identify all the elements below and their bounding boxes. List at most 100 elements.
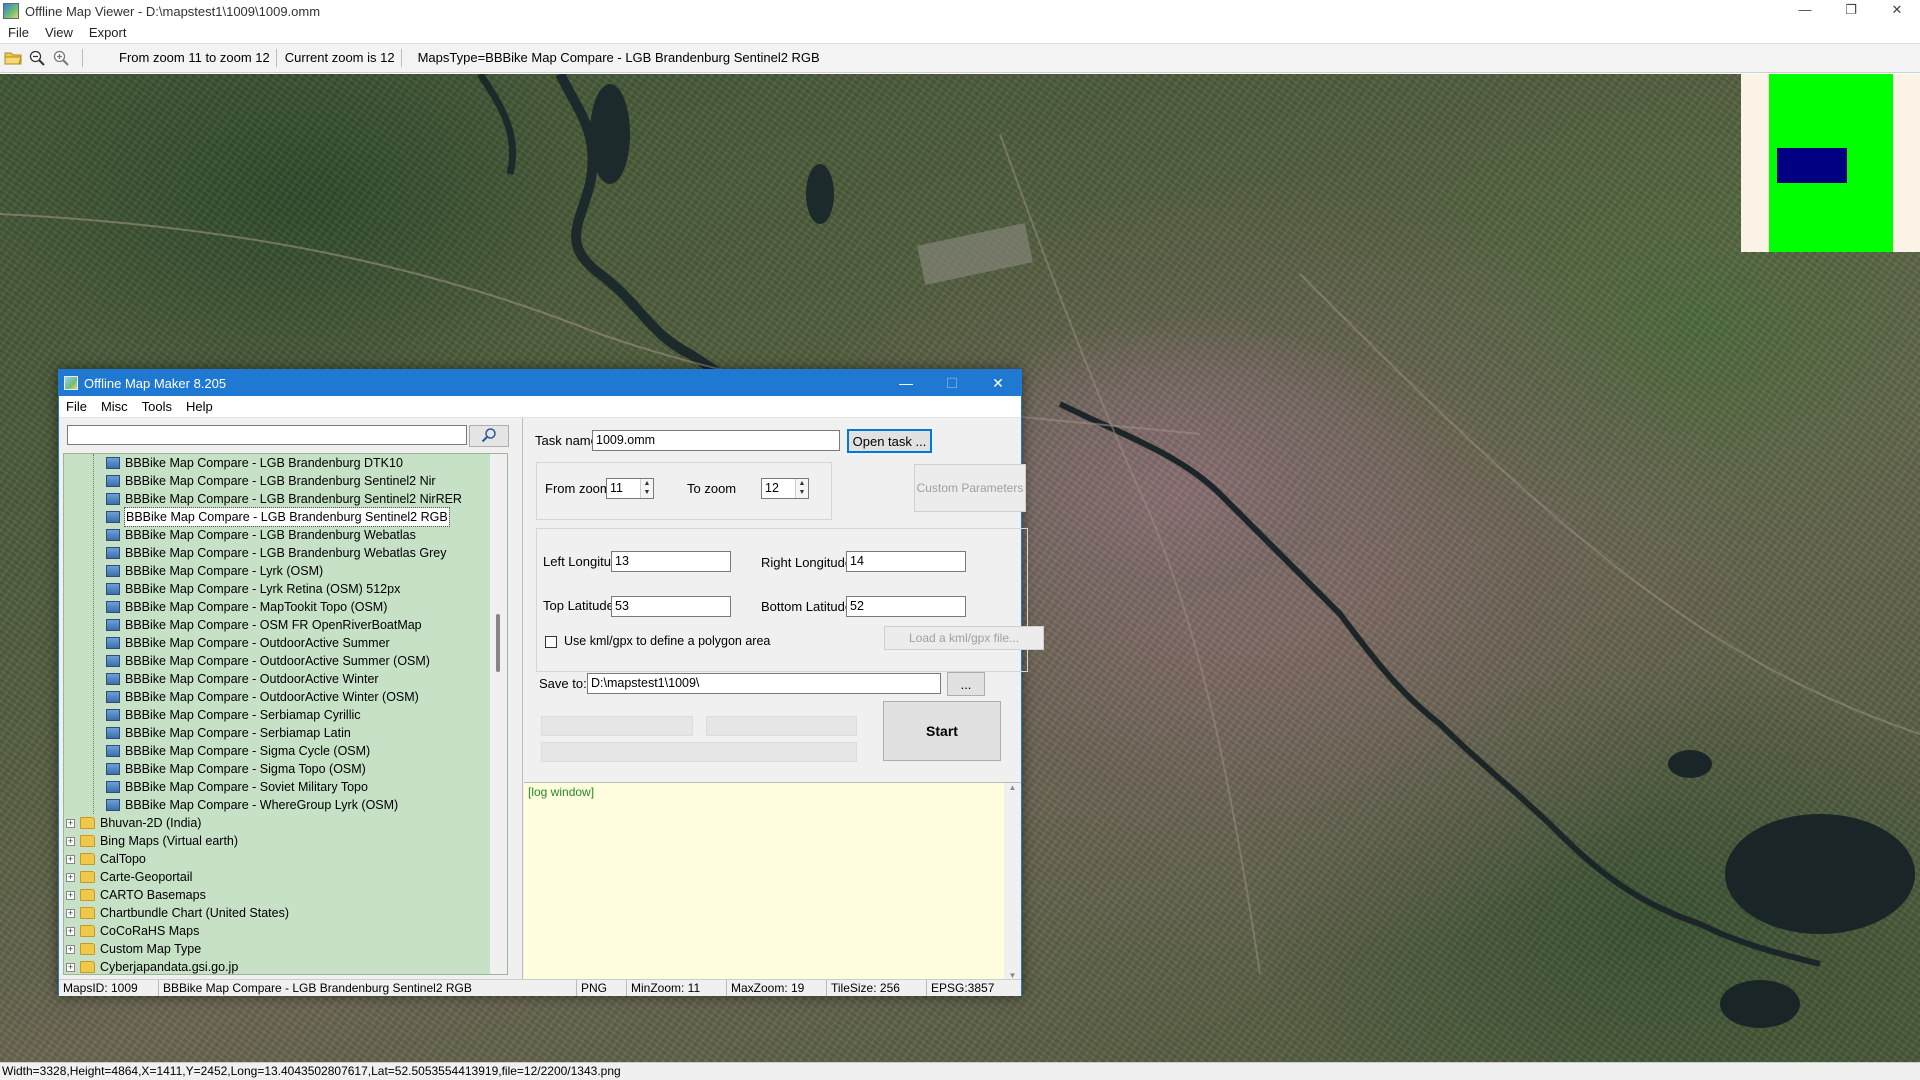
- tree-map-item-label: BBBike Map Compare - Sigma Cycle (OSM): [125, 744, 371, 758]
- search-icon: [481, 427, 497, 446]
- map-layer-icon: [106, 601, 120, 613]
- expand-icon[interactable]: +: [66, 836, 75, 846]
- tree-map-item[interactable]: BBBike Map Compare - Lyrk Retina (OSM) 5…: [64, 580, 507, 598]
- tree-folder-item[interactable]: + CalTopo: [64, 850, 507, 868]
- search-button[interactable]: [469, 425, 509, 447]
- tree-scrollbar[interactable]: [490, 454, 507, 974]
- bottom-latitude-field[interactable]: 52: [846, 596, 966, 617]
- tree-folder-item[interactable]: + Custom Map Type: [64, 940, 507, 958]
- start-button[interactable]: Start: [883, 701, 1001, 761]
- tree-folder-item[interactable]: + Carte-Geoportail: [64, 868, 507, 886]
- tree-map-item[interactable]: BBBike Map Compare - MapTookit Topo (OSM…: [64, 598, 507, 616]
- task-pane: Task name 1009.omm Open task ... From zo…: [524, 418, 1044, 980]
- maximize-button[interactable]: ❐: [1828, 0, 1874, 22]
- tree-map-item[interactable]: BBBike Map Compare - Sigma Topo (OSM): [64, 760, 507, 778]
- top-latitude-field[interactable]: 53: [611, 596, 731, 617]
- to-zoom-arrows[interactable]: ▲ ▼: [795, 479, 808, 498]
- right-longitude-field[interactable]: 14: [846, 551, 966, 572]
- bottom-latitude-label: Bottom Latitude: [761, 599, 853, 614]
- close-button[interactable]: ✕: [1874, 0, 1920, 22]
- zoom-in-icon[interactable]: [50, 47, 72, 69]
- left-longitude-field[interactable]: 13: [611, 551, 731, 572]
- tree-map-item[interactable]: BBBike Map Compare - Soviet Military Top…: [64, 778, 507, 796]
- tree-map-item[interactable]: BBBike Map Compare - OutdoorActive Winte…: [64, 688, 507, 706]
- log-window[interactable]: [log window] ▲ ▼: [524, 782, 1021, 980]
- overview-viewport[interactable]: [1777, 148, 1847, 183]
- tree-map-item[interactable]: BBBike Map Compare - Serbiamap Latin: [64, 724, 507, 742]
- tree-map-item[interactable]: BBBike Map Compare - LGB Brandenburg Web…: [64, 544, 507, 562]
- tree-map-item-label: BBBike Map Compare - LGB Brandenburg Sen…: [124, 507, 450, 527]
- tree-map-item[interactable]: BBBike Map Compare - OutdoorActive Winte…: [64, 670, 507, 688]
- load-kml-button[interactable]: Load a kml/gpx file...: [884, 626, 1044, 650]
- tree-map-item[interactable]: BBBike Map Compare - LGB Brandenburg Sen…: [64, 472, 507, 490]
- from-zoom-spinner[interactable]: 11 ▲ ▼: [606, 478, 654, 499]
- folder-icon: [80, 925, 95, 937]
- expand-icon[interactable]: +: [66, 890, 75, 900]
- menu-view[interactable]: View: [37, 25, 81, 40]
- scroll-up-icon[interactable]: ▲: [1004, 783, 1021, 792]
- tree-folder-item[interactable]: + Bhuvan-2D (India): [64, 814, 507, 832]
- open-folder-icon[interactable]: [2, 47, 24, 69]
- map-layer-icon: [106, 763, 120, 775]
- open-task-button[interactable]: Open task ...: [847, 429, 932, 453]
- expand-icon[interactable]: +: [66, 872, 75, 882]
- tree-map-item[interactable]: BBBike Map Compare - Serbiamap Cyrillic: [64, 706, 507, 724]
- menu-file[interactable]: File: [0, 25, 37, 40]
- dialog-menu-misc[interactable]: Misc: [94, 399, 135, 414]
- dialog-close-button[interactable]: ✕: [975, 370, 1021, 396]
- save-to-field[interactable]: D:\mapstest1\1009\: [587, 673, 941, 694]
- chevron-down-icon[interactable]: ▼: [796, 488, 808, 497]
- dialog-statusbar: MapsID: 1009 BBBike Map Compare - LGB Br…: [59, 979, 1021, 996]
- to-zoom-spinner[interactable]: 12 ▲ ▼: [761, 478, 809, 499]
- tree-folder-label: Cyberjapandata.gsi.go.jp: [100, 960, 239, 974]
- expand-icon[interactable]: +: [66, 926, 75, 936]
- dialog-minimize-button[interactable]: —: [883, 370, 929, 396]
- tree-folder-item[interactable]: + Bing Maps (Virtual earth): [64, 832, 507, 850]
- map-type-tree[interactable]: BBBike Map Compare - LGB Brandenburg DTK…: [63, 453, 508, 975]
- tree-map-item-label: BBBike Map Compare - Soviet Military Top…: [125, 780, 368, 794]
- tree-map-item[interactable]: BBBike Map Compare - LGB Brandenburg Sen…: [64, 490, 507, 508]
- tree-scrollbar-thumb[interactable]: [496, 614, 500, 672]
- chevron-up-icon[interactable]: ▲: [641, 479, 653, 488]
- expand-icon[interactable]: +: [66, 854, 75, 864]
- expand-icon[interactable]: +: [66, 944, 75, 954]
- tree-map-item[interactable]: BBBike Map Compare - OutdoorActive Summe…: [64, 652, 507, 670]
- expand-icon[interactable]: +: [66, 962, 75, 972]
- dialog-maximize-button[interactable]: ☐: [929, 370, 975, 396]
- minimize-button[interactable]: —: [1782, 0, 1828, 22]
- tree-map-item[interactable]: BBBike Map Compare - LGB Brandenburg DTK…: [64, 454, 507, 472]
- chevron-down-icon[interactable]: ▼: [641, 488, 653, 497]
- dialog-menu-tools[interactable]: Tools: [135, 399, 179, 414]
- menu-export[interactable]: Export: [81, 25, 135, 40]
- map-layer-icon: [106, 547, 120, 559]
- tree-map-item[interactable]: BBBike Map Compare - Sigma Cycle (OSM): [64, 742, 507, 760]
- tree-map-item[interactable]: BBBike Map Compare - OSM FR OpenRiverBoa…: [64, 616, 507, 634]
- tree-map-item[interactable]: BBBike Map Compare - LGB Brandenburg Web…: [64, 526, 507, 544]
- expand-icon[interactable]: +: [66, 908, 75, 918]
- tree-map-item[interactable]: BBBike Map Compare - LGB Brandenburg Sen…: [64, 507, 507, 527]
- task-name-field[interactable]: 1009.omm: [592, 430, 840, 451]
- zoom-out-icon[interactable]: [26, 47, 48, 69]
- progress-bar-2: [706, 716, 857, 736]
- dialog-menubar: File Misc Tools Help: [59, 396, 1021, 418]
- tree-map-item[interactable]: BBBike Map Compare - Lyrk (OSM): [64, 562, 507, 580]
- tree-folder-item[interactable]: + Chartbundle Chart (United States): [64, 904, 507, 922]
- tree-folder-item[interactable]: + CARTO Basemaps: [64, 886, 507, 904]
- tree-map-item[interactable]: BBBike Map Compare - WhereGroup Lyrk (OS…: [64, 796, 507, 814]
- chevron-up-icon[interactable]: ▲: [796, 479, 808, 488]
- tree-map-item[interactable]: BBBike Map Compare - OutdoorActive Summe…: [64, 634, 507, 652]
- browse-button[interactable]: ...: [947, 672, 985, 696]
- dialog-menu-help[interactable]: Help: [179, 399, 220, 414]
- current-zoom-text: Current zoom is 12: [279, 49, 402, 67]
- expand-icon[interactable]: +: [66, 818, 75, 828]
- search-input[interactable]: [67, 425, 467, 445]
- tree-folder-item[interactable]: + Cyberjapandata.gsi.go.jp: [64, 958, 507, 974]
- from-zoom-arrows[interactable]: ▲ ▼: [640, 479, 653, 498]
- custom-parameters-button[interactable]: Custom Parameters: [914, 464, 1026, 512]
- log-scrollbar[interactable]: ▲ ▼: [1004, 783, 1021, 980]
- map-layer-icon: [106, 637, 120, 649]
- tree-folder-item[interactable]: + CoCoRaHS Maps: [64, 922, 507, 940]
- kml-checkbox[interactable]: [545, 636, 557, 648]
- dialog-menu-file[interactable]: File: [59, 399, 94, 414]
- overview-minimap[interactable]: [1741, 74, 1920, 252]
